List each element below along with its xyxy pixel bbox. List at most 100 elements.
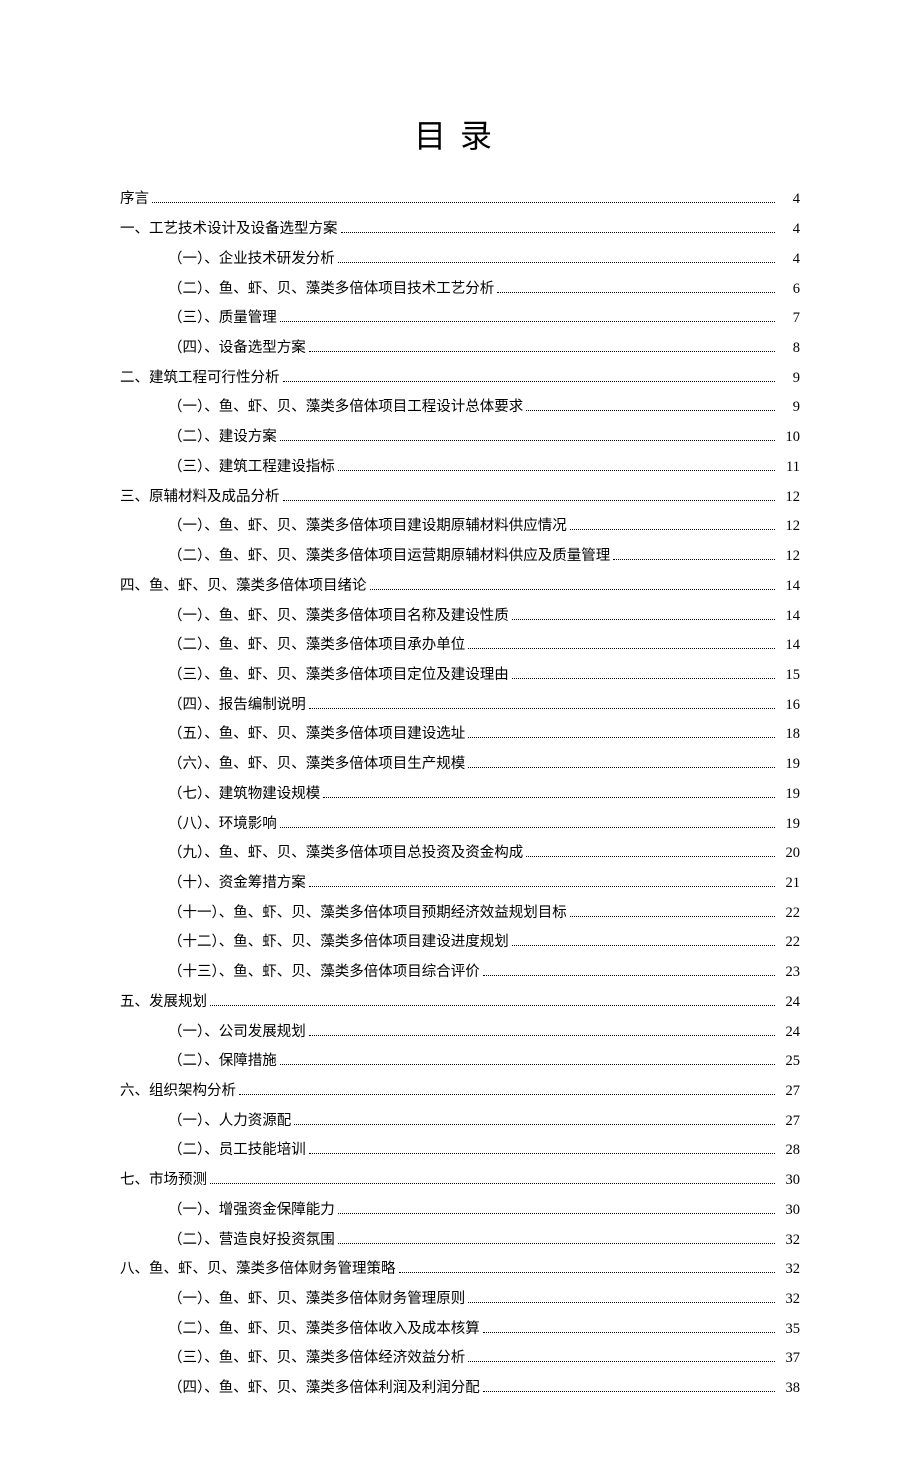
toc-entry-page: 7 xyxy=(778,304,800,334)
toc-entry[interactable]: 八、鱼、虾、贝、藻类多倍体财务管理策略32 xyxy=(120,1255,800,1285)
toc-entry[interactable]: 二、建筑工程可行性分析 9 xyxy=(120,364,800,394)
toc-entry-label: （三）、建筑工程建设指标 xyxy=(168,453,335,483)
toc-entry[interactable]: （一）、人力资源配27 xyxy=(120,1107,800,1137)
toc-entry[interactable]: （十）、资金筹措方案 21 xyxy=(120,869,800,899)
toc-entry[interactable]: （三）、建筑工程建设指标 11 xyxy=(120,453,800,483)
toc-entry-label: （二）、鱼、虾、贝、藻类多倍体收入及成本核算 xyxy=(168,1315,480,1345)
toc-leader-dots xyxy=(483,1332,775,1333)
toc-leader-dots xyxy=(468,737,775,738)
toc-entry-label: 一、工艺技术设计及设备选型方案 xyxy=(120,215,338,245)
toc-entry-label: 序言 xyxy=(120,185,149,215)
toc-entry-label: 六、组织架构分析 xyxy=(120,1077,236,1107)
toc-entry-label: （二）、建设方案 xyxy=(168,423,277,453)
toc-entry[interactable]: （三）、鱼、虾、贝、藻类多倍体经济效益分析 37 xyxy=(120,1344,800,1374)
toc-entry-page: 28 xyxy=(778,1136,800,1166)
toc-entry[interactable]: （一）、公司发展规划24 xyxy=(120,1018,800,1048)
toc-entry[interactable]: （一）、增强资金保障能力30 xyxy=(120,1196,800,1226)
toc-leader-dots xyxy=(239,1094,775,1095)
toc-entry[interactable]: （一）、鱼、虾、贝、藻类多倍体项目建设期原辅材料供应情况12 xyxy=(120,512,800,542)
toc-entry-page: 37 xyxy=(778,1344,800,1374)
toc-entry-page: 23 xyxy=(778,958,800,988)
toc-entry[interactable]: 三、原辅材料及成品分析12 xyxy=(120,483,800,513)
toc-entry[interactable]: （二）、鱼、虾、贝、藻类多倍体项目承办单位 14 xyxy=(120,631,800,661)
toc-entry-label: （三）、鱼、虾、贝、藻类多倍体经济效益分析 xyxy=(168,1344,465,1374)
toc-entry-label: （四）、报告编制说明 xyxy=(168,691,306,721)
toc-entry-page: 6 xyxy=(778,275,800,305)
toc-entry[interactable]: （十三）、鱼、虾、贝、藻类多倍体项目综合评价 23 xyxy=(120,958,800,988)
toc-leader-dots xyxy=(570,529,775,530)
toc-entry[interactable]: （二）、员工技能培训28 xyxy=(120,1136,800,1166)
toc-entry[interactable]: （一）、鱼、虾、贝、藻类多倍体项目名称及建设性质14 xyxy=(120,602,800,632)
toc-entry-page: 8 xyxy=(778,334,800,364)
toc-entry[interactable]: （五）、鱼、虾、贝、藻类多倍体项目建设选址18 xyxy=(120,720,800,750)
toc-entry-label: 八、鱼、虾、贝、藻类多倍体财务管理策略 xyxy=(120,1255,396,1285)
toc-entry[interactable]: 序言4 xyxy=(120,185,800,215)
toc-entry-page: 35 xyxy=(778,1315,800,1345)
toc-leader-dots xyxy=(483,1391,775,1392)
toc-entry[interactable]: （三）、质量管理7 xyxy=(120,304,800,334)
toc-entry-label: （一）、鱼、虾、贝、藻类多倍体财务管理原则 xyxy=(168,1285,465,1315)
toc-entry-page: 16 xyxy=(778,691,800,721)
toc-entry[interactable]: （十一）、鱼、虾、贝、藻类多倍体项目预期经济效益规划目标22 xyxy=(120,899,800,929)
toc-entry[interactable]: （四）、鱼、虾、贝、藻类多倍体利润及利润分配38 xyxy=(120,1374,800,1404)
toc-leader-dots xyxy=(613,559,775,560)
toc-leader-dots xyxy=(152,202,775,203)
toc-leader-dots xyxy=(341,232,776,233)
toc-leader-dots xyxy=(338,1213,775,1214)
toc-entry[interactable]: （一）、企业技术研发分析4 xyxy=(120,245,800,275)
toc-entry-page: 19 xyxy=(778,780,800,810)
toc-leader-dots xyxy=(283,381,776,382)
toc-entry-page: 9 xyxy=(778,364,800,394)
toc-leader-dots xyxy=(280,440,775,441)
toc-entry[interactable]: 六、组织架构分析27 xyxy=(120,1077,800,1107)
toc-entry[interactable]: （四）、报告编制说明 16 xyxy=(120,691,800,721)
toc-entry[interactable]: （一）、鱼、虾、贝、藻类多倍体财务管理原则32 xyxy=(120,1285,800,1315)
toc-entry-label: （二）、鱼、虾、贝、藻类多倍体项目技术工艺分析 xyxy=(168,275,494,305)
toc-title: 目录 xyxy=(120,111,800,157)
toc-entry-label: （八）、环境影响 xyxy=(168,810,277,840)
toc-entry-page: 14 xyxy=(778,602,800,632)
toc-entry-page: 19 xyxy=(778,810,800,840)
toc-entry-page: 14 xyxy=(778,631,800,661)
toc-entry-page: 14 xyxy=(778,572,800,602)
toc-leader-dots xyxy=(512,678,775,679)
toc-entry[interactable]: 七、市场预测30 xyxy=(120,1166,800,1196)
toc-entry-label: 五、发展规划 xyxy=(120,988,207,1018)
toc-entry-label: 四、鱼、虾、贝、藻类多倍体项目绪论 xyxy=(120,572,367,602)
toc-entry-page: 4 xyxy=(778,215,800,245)
toc-leader-dots xyxy=(468,1361,775,1362)
toc-entry-label: （二）、鱼、虾、贝、藻类多倍体项目承办单位 xyxy=(168,631,465,661)
toc-entry[interactable]: （八）、环境影响 19 xyxy=(120,810,800,840)
toc-entry-page: 11 xyxy=(778,453,800,483)
toc-entry[interactable]: 一、工艺技术设计及设备选型方案 4 xyxy=(120,215,800,245)
toc-leader-dots xyxy=(468,767,775,768)
toc-entry-label: （十三）、鱼、虾、贝、藻类多倍体项目综合评价 xyxy=(168,958,480,988)
toc-entry[interactable]: （七）、建筑物建设规模19 xyxy=(120,780,800,810)
toc-entry[interactable]: （九）、鱼、虾、贝、藻类多倍体项目总投资及资金构成20 xyxy=(120,839,800,869)
toc-entry-label: 三、原辅材料及成品分析 xyxy=(120,483,280,513)
toc-entry[interactable]: 五、发展规划24 xyxy=(120,988,800,1018)
table-of-contents: 序言4一、工艺技术设计及设备选型方案4（一）、企业技术研发分析4（二）、鱼、虾、… xyxy=(120,185,800,1403)
toc-entry[interactable]: （二）、鱼、虾、贝、藻类多倍体收入及成本核算 35 xyxy=(120,1315,800,1345)
toc-entry[interactable]: 四、鱼、虾、贝、藻类多倍体项目绪论 14 xyxy=(120,572,800,602)
toc-entry[interactable]: （四）、设备选型方案8 xyxy=(120,334,800,364)
toc-entry-label: 二、建筑工程可行性分析 xyxy=(120,364,280,394)
toc-entry-label: （五）、鱼、虾、贝、藻类多倍体项目建设选址 xyxy=(168,720,465,750)
toc-entry[interactable]: （二）、建设方案10 xyxy=(120,423,800,453)
toc-entry[interactable]: （二）、营造良好投资氛围32 xyxy=(120,1226,800,1256)
toc-entry[interactable]: （二）、鱼、虾、贝、藻类多倍体项目技术工艺分析 6 xyxy=(120,275,800,305)
toc-leader-dots xyxy=(309,708,775,709)
toc-entry[interactable]: （三）、鱼、虾、贝、藻类多倍体项目定位及建设理由15 xyxy=(120,661,800,691)
toc-entry[interactable]: （二）、保障措施25 xyxy=(120,1047,800,1077)
toc-entry[interactable]: （一）、鱼、虾、贝、藻类多倍体项目工程设计总体要求9 xyxy=(120,393,800,423)
toc-leader-dots xyxy=(526,410,775,411)
toc-entry-label: （十）、资金筹措方案 xyxy=(168,869,306,899)
toc-entry-label: （一）、公司发展规划 xyxy=(168,1018,306,1048)
toc-entry[interactable]: （二）、鱼、虾、贝、藻类多倍体项目运营期原辅材料供应及质量管理12 xyxy=(120,542,800,572)
toc-leader-dots xyxy=(280,321,775,322)
toc-entry[interactable]: （六）、鱼、虾、贝、藻类多倍体项目生产规模19 xyxy=(120,750,800,780)
toc-entry-page: 21 xyxy=(778,869,800,899)
toc-leader-dots xyxy=(280,827,775,828)
toc-leader-dots xyxy=(512,619,775,620)
toc-entry[interactable]: （十二）、鱼、虾、贝、藻类多倍体项目建设进度规划22 xyxy=(120,928,800,958)
